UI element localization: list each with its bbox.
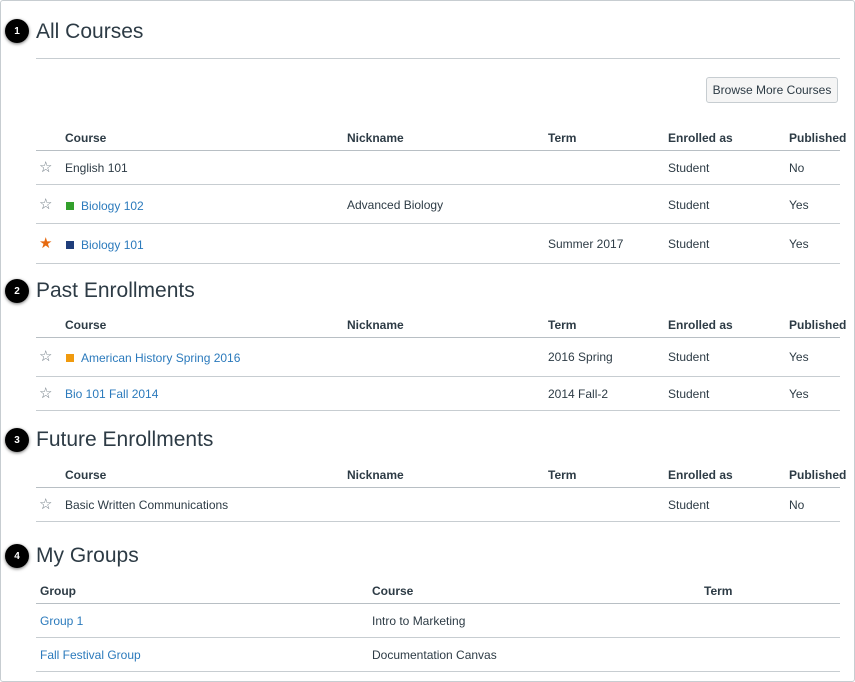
col-header-course[interactable]: Course (65, 132, 106, 144)
published-status: No (789, 161, 805, 175)
course-color-swatch (66, 354, 74, 362)
col-header-nickname[interactable]: Nickname (347, 319, 404, 331)
row-divider (36, 410, 840, 411)
table-header-divider (36, 337, 840, 338)
row-divider (36, 263, 840, 264)
published-status: Yes (789, 237, 809, 251)
star-outline-icon[interactable]: ☆ (39, 197, 52, 212)
callout-badge-1: 1 (5, 19, 29, 43)
col-header-enrolled-as[interactable]: Enrolled as (668, 469, 733, 481)
row-divider (36, 671, 840, 672)
published-status: No (789, 498, 805, 512)
enrolled-as: Student (668, 161, 710, 175)
my-groups-heading: My Groups (36, 544, 139, 567)
future-enrollments-heading: Future Enrollments (36, 428, 214, 451)
row-divider (36, 521, 840, 522)
col-header-course[interactable]: Course (372, 585, 413, 597)
star-outline-icon[interactable]: ☆ (39, 386, 52, 401)
course-name: Basic Written Communications (65, 498, 229, 512)
col-header-term[interactable]: Term (548, 132, 576, 144)
col-header-course[interactable]: Course (65, 469, 106, 481)
heading-divider (36, 58, 840, 59)
enrolled-as: Student (668, 387, 710, 401)
col-header-term[interactable]: Term (548, 319, 576, 331)
course-name: English 101 (65, 161, 128, 175)
course-term: 2014 Fall-2 (548, 387, 609, 401)
star-outline-icon[interactable]: ☆ (39, 497, 52, 512)
course-color-swatch (66, 241, 74, 249)
all-courses-heading: All Courses (36, 20, 144, 43)
browse-more-courses-button[interactable]: Browse More Courses (706, 77, 838, 103)
course-link[interactable]: Bio 101 Fall 2014 (65, 388, 158, 400)
col-header-course[interactable]: Course (65, 319, 106, 331)
col-header-nickname[interactable]: Nickname (347, 469, 404, 481)
star-outline-icon[interactable]: ☆ (39, 160, 52, 175)
table-header-divider (36, 487, 840, 488)
callout-badge-3: 3 (5, 428, 29, 452)
past-enrollments-heading: Past Enrollments (36, 279, 195, 302)
enrolled-as: Student (668, 198, 710, 212)
col-header-group[interactable]: Group (40, 585, 76, 597)
course-color-swatch (66, 202, 74, 210)
course-link[interactable]: Biology 102 (81, 200, 144, 212)
col-header-term[interactable]: Term (548, 469, 576, 481)
course-link[interactable]: American History Spring 2016 (81, 352, 240, 364)
group-link[interactable]: Fall Festival Group (40, 649, 141, 661)
star-filled-icon[interactable]: ★ (39, 236, 52, 251)
course-term: Summer 2017 (548, 237, 624, 251)
callout-badge-4: 4 (5, 544, 29, 568)
enrolled-as: Student (668, 237, 710, 251)
star-outline-icon[interactable]: ☆ (39, 349, 52, 364)
course-nickname: Advanced Biology (347, 198, 444, 212)
course-term: 2016 Spring (548, 350, 613, 364)
published-status: Yes (789, 350, 809, 364)
col-header-enrolled-as[interactable]: Enrolled as (668, 319, 733, 331)
row-divider (36, 223, 840, 224)
col-header-published[interactable]: Published (789, 469, 846, 481)
published-status: Yes (789, 387, 809, 401)
row-divider (36, 376, 840, 377)
published-status: Yes (789, 198, 809, 212)
col-header-term[interactable]: Term (704, 585, 732, 597)
col-header-nickname[interactable]: Nickname (347, 132, 404, 144)
enrolled-as: Student (668, 350, 710, 364)
row-divider (36, 184, 840, 185)
row-divider (36, 637, 840, 638)
group-course: Intro to Marketing (372, 614, 466, 628)
col-header-published[interactable]: Published (789, 132, 846, 144)
col-header-published[interactable]: Published (789, 319, 846, 331)
callout-badge-2: 2 (5, 279, 29, 303)
table-header-divider (36, 150, 840, 151)
col-header-enrolled-as[interactable]: Enrolled as (668, 132, 733, 144)
group-course: Documentation Canvas (372, 648, 497, 662)
group-link[interactable]: Group 1 (40, 615, 83, 627)
course-link[interactable]: Biology 101 (81, 239, 144, 251)
enrolled-as: Student (668, 498, 710, 512)
table-header-divider (36, 603, 840, 604)
